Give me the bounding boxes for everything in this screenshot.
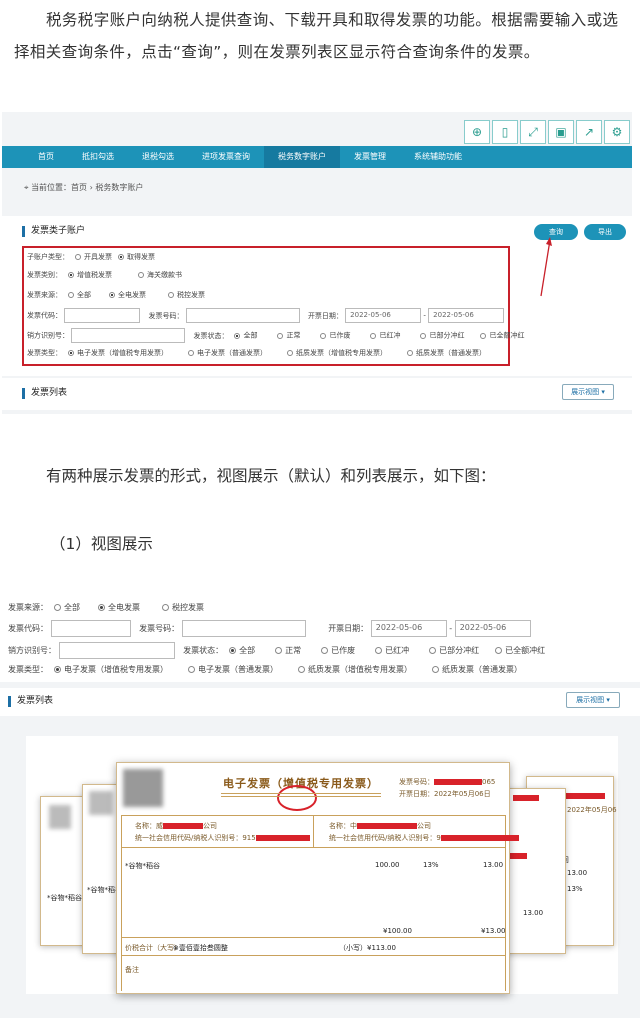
radio-receive[interactable] — [118, 254, 124, 260]
share-icon[interactable]: ↗ — [576, 120, 602, 144]
intro-paragraph: 税务税字账户向纳税人提供查询、下载开具和取得发票的功能。根据需要输入或选择相关查… — [14, 11, 619, 61]
t2-e-special[interactable] — [54, 666, 61, 673]
main-nav: 首页 抵扣勾选 退税勾选 进项发票查询 税务数字账户 发票管理 系统辅助功能 — [2, 146, 632, 168]
location-icon: ⌖ — [24, 183, 32, 192]
status-red[interactable] — [370, 332, 377, 339]
list-panel: 发票列表 展示视图 ▾ — [2, 378, 632, 410]
tax2-input[interactable] — [58, 642, 175, 659]
section-title: 发票类子账户 — [22, 226, 85, 237]
nav-digital-account[interactable]: 税务数字账户 — [264, 146, 340, 168]
save-icon[interactable]: ▣ — [548, 120, 574, 144]
view-screenshot: 发票来源： 全部 全电发票 税控发票 发票代码： 发票号码： 开票日期： 2022-0… — [0, 598, 640, 1018]
tax-id-input[interactable] — [71, 328, 186, 343]
gear-icon[interactable]: ⚙ — [604, 120, 630, 144]
status-void[interactable] — [320, 332, 327, 339]
search-icon[interactable]: ⊕ — [464, 120, 490, 144]
radio-issue[interactable] — [75, 254, 81, 260]
display-paragraph: 有两种展示发票的形式，视图展示（默认）和列表展示，如下图： — [46, 467, 496, 485]
invoice-view-area: *谷物*稻谷 *谷物*稻谷 2022年05月06 公司 13.00 13% 13… — [26, 736, 618, 994]
view-select-2[interactable]: 展示视图 ▾ — [566, 692, 620, 708]
st2-all[interactable] — [229, 647, 237, 654]
type-e-special[interactable] — [68, 350, 74, 356]
annotation-arrow — [540, 237, 552, 297]
invoice-seal — [277, 785, 317, 811]
number-input[interactable] — [185, 308, 300, 323]
date-from[interactable]: 2022-05-06 — [345, 308, 422, 323]
code-input[interactable] — [64, 308, 141, 323]
st2-red[interactable] — [375, 647, 383, 654]
query-screenshot: ⊕ ▯ ⤢ ▣ ↗ ⚙ 首页 抵扣勾选 退税勾选 进项发票查询 税务数字账户 发… — [2, 112, 632, 414]
nav-deduct[interactable]: 抵扣勾选 — [68, 146, 128, 168]
query-form-2: 发票来源： 全部 全电发票 税控发票 发票代码： 发票号码： 开票日期： 2022-0… — [0, 598, 640, 682]
list-title-2: 发票列表 — [8, 696, 53, 707]
st2-full[interactable] — [495, 647, 503, 654]
toolbar: ⊕ ▯ ⤢ ▣ ↗ ⚙ — [464, 120, 630, 144]
status-normal[interactable] — [277, 332, 284, 339]
view-select[interactable]: 展示视图 ▾ — [562, 384, 614, 400]
radio-src-e[interactable] — [109, 292, 115, 298]
t2-e-normal[interactable] — [188, 666, 195, 673]
export-button[interactable]: 导出 — [584, 224, 626, 240]
view-heading: （1）视图展示 — [50, 535, 153, 553]
type-p-normal[interactable] — [407, 350, 413, 356]
nav-invoice-mgmt[interactable]: 发票管理 — [340, 146, 400, 168]
date-to[interactable]: 2022-05-06 — [428, 308, 505, 323]
query-form: 子账户类型： 开具发票 取得发票 发票类别： 增值税发票 海关缴款书 发票来源： 全部 全电… — [22, 246, 524, 366]
nav-home[interactable]: 首页 — [2, 146, 68, 168]
type-p-special[interactable] — [287, 350, 293, 356]
invoice-item: *谷物*稻谷 — [125, 862, 160, 870]
invoice-card-front[interactable]: 电子发票（增值税专用发票） 发票号码： 065 开票日期：2022年05月06日 … — [116, 762, 519, 994]
status-all[interactable] — [234, 332, 241, 339]
date2-to[interactable]: 2022-05-06 — [454, 620, 531, 637]
st2-partial[interactable] — [429, 647, 437, 654]
invoice-total-words: ⊗壹佰壹拾叁圆整 — [173, 944, 228, 952]
date2-from[interactable]: 2022-05-06 — [370, 620, 447, 637]
query-panel: 发票类子账户 查询 导出 子账户类型： 开具发票 取得发票 发票类别： 增值税发票 海关… — [2, 216, 632, 376]
status-partial[interactable] — [420, 332, 427, 339]
t2-p-normal[interactable] — [432, 666, 439, 673]
list-panel-2: 发票列表 展示视图 ▾ — [0, 688, 640, 716]
phone-icon[interactable]: ▯ — [492, 120, 518, 144]
number2-input[interactable] — [181, 620, 306, 637]
list-title: 发票列表 — [22, 388, 67, 399]
src2-all[interactable] — [54, 604, 61, 611]
st2-void[interactable] — [321, 647, 329, 654]
src2-tax[interactable] — [162, 604, 169, 611]
radio-customs[interactable] — [138, 272, 144, 278]
status-full[interactable] — [480, 332, 487, 339]
radio-src-all[interactable] — [68, 292, 74, 298]
nav-assist[interactable]: 系统辅助功能 — [400, 146, 476, 168]
nav-refund[interactable]: 退税勾选 — [128, 146, 188, 168]
src2-e[interactable] — [98, 604, 105, 611]
type-e-normal[interactable] — [188, 350, 194, 356]
expand-icon[interactable]: ⤢ — [520, 120, 546, 144]
st2-normal[interactable] — [275, 647, 283, 654]
t2-p-special[interactable] — [298, 666, 305, 673]
radio-src-tax[interactable] — [168, 292, 174, 298]
nav-input-invoice[interactable]: 进项发票查询 — [188, 146, 264, 168]
radio-vat[interactable] — [68, 272, 74, 278]
breadcrumb: ⌖ 当前位置：首页 › 税务数字账户 — [24, 183, 144, 192]
code2-input[interactable] — [50, 620, 131, 637]
